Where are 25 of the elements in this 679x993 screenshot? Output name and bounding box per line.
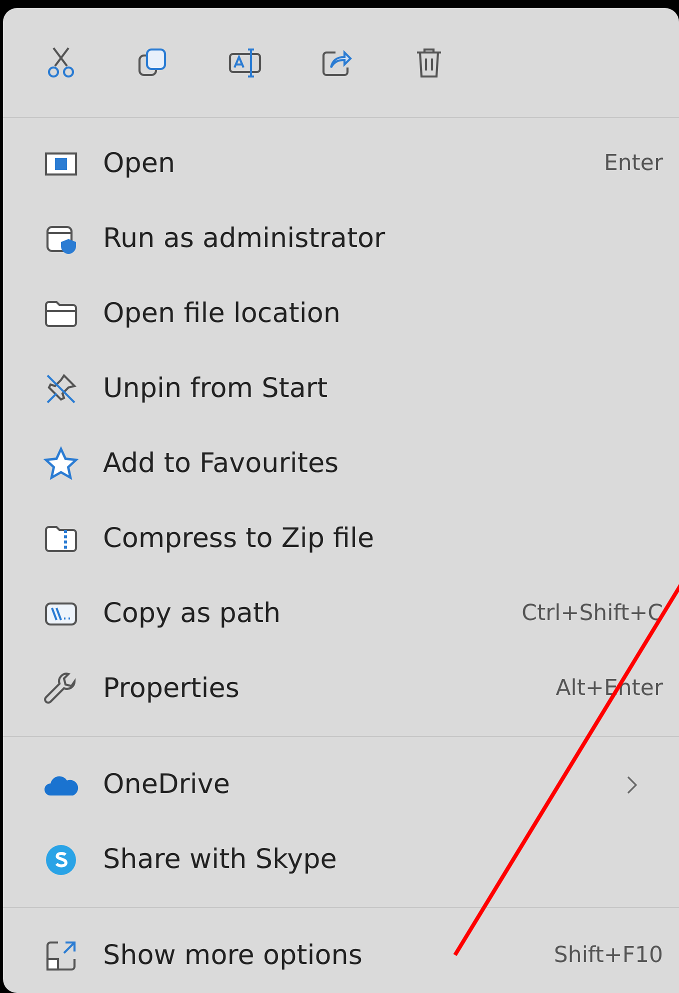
shortcut-text: Shift+F10 bbox=[554, 943, 663, 968]
shortcut-text: Enter bbox=[604, 151, 663, 176]
menu-item-label: Add to Favourites bbox=[103, 448, 340, 479]
menu-item-label: Copy as path bbox=[103, 598, 282, 629]
menu-item[interactable]: Run as administrator bbox=[3, 201, 679, 276]
menu-item-label: Share with Skype bbox=[103, 844, 338, 875]
menu-item[interactable]: Compress to Zip file bbox=[3, 501, 679, 576]
menu-item-label: Open bbox=[103, 148, 176, 179]
menu-item-label: OneDrive bbox=[103, 769, 231, 800]
menu-item-label: Show more options bbox=[103, 940, 364, 971]
menu-item-label: Run as administrator bbox=[103, 223, 386, 254]
menu-item-label: Open file location bbox=[103, 298, 342, 329]
menu-item-label: Properties bbox=[103, 673, 240, 704]
menu-item[interactable]: Open file location bbox=[3, 276, 679, 351]
menu-item[interactable]: OneDrive bbox=[3, 747, 679, 822]
menu-item[interactable]: Share with Skype bbox=[3, 822, 679, 897]
menu-item[interactable]: Open Enter bbox=[3, 126, 679, 201]
menu-item[interactable]: Unpin from Start bbox=[3, 351, 679, 426]
menu-item[interactable]: Show more options Shift+F10 bbox=[3, 918, 679, 993]
shortcut-text: Ctrl+Shift+C bbox=[522, 601, 663, 626]
menu-item[interactable]: Add to Favourites bbox=[3, 426, 679, 501]
menu-item-label: Unpin from Start bbox=[103, 373, 329, 404]
menu-item-label: Compress to Zip file bbox=[103, 523, 376, 554]
menu-item[interactable]: Copy as path Ctrl+Shift+C bbox=[3, 576, 679, 651]
star-icon bbox=[43, 446, 79, 482]
